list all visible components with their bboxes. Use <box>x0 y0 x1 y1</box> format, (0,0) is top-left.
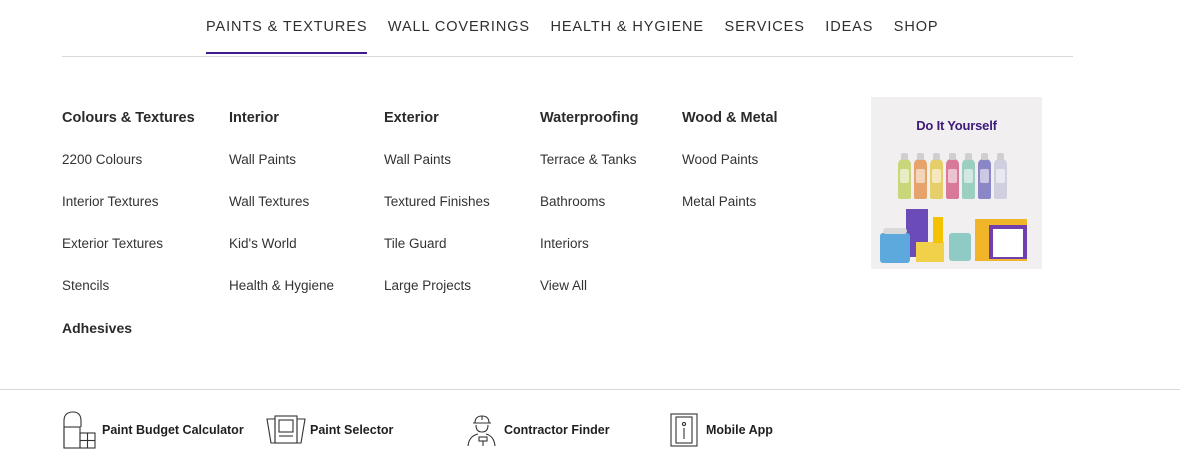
nav-shop[interactable]: SHOP <box>894 19 939 53</box>
nav-ideas[interactable]: IDEAS <box>825 19 873 53</box>
menu-link-textured-finishes[interactable]: Textured Finishes <box>384 192 490 212</box>
nav-wall-coverings[interactable]: WALL COVERINGS <box>388 19 530 53</box>
menu-column-wood-metal: Wood & Metal Wood Paints Metal Paints <box>682 108 778 212</box>
main-navigation: PAINTS & TEXTURES WALL COVERINGS HEALTH … <box>62 0 1073 57</box>
menu-link-bathrooms[interactable]: Bathrooms <box>540 192 639 212</box>
menu-link-view-all[interactable]: View All <box>540 276 639 296</box>
menu-link-terrace-tanks[interactable]: Terrace & Tanks <box>540 150 639 170</box>
mobile-app-link[interactable]: Mobile App <box>666 410 773 450</box>
menu-link-wall-textures[interactable]: Wall Textures <box>229 192 334 212</box>
contractor-icon <box>464 411 500 449</box>
menu-column-exterior: Exterior Wall Paints Textured Finishes T… <box>384 108 490 296</box>
menu-link-kids-world[interactable]: Kid's World <box>229 234 334 254</box>
menu-column-waterproofing: Waterproofing Terrace & Tanks Bathrooms … <box>540 108 639 296</box>
menu-link-interiors[interactable]: Interiors <box>540 234 639 254</box>
menu-link-stencils[interactable]: Stencils <box>62 276 195 296</box>
menu-link-tile-guard[interactable]: Tile Guard <box>384 234 490 254</box>
menu-column-colours-textures: Colours & Textures 2200 Colours Interior… <box>62 108 195 338</box>
tool-label: Paint Budget Calculator <box>102 423 244 437</box>
tool-label: Mobile App <box>706 423 773 437</box>
menu-heading-interior[interactable]: Interior <box>229 108 334 128</box>
nav-services[interactable]: SERVICES <box>725 19 805 53</box>
menu-heading-colours-textures[interactable]: Colours & Textures <box>62 108 195 128</box>
menu-link-wood-paints[interactable]: Wood Paints <box>682 150 778 170</box>
menu-link-metal-paints[interactable]: Metal Paints <box>682 192 778 212</box>
tool-label: Contractor Finder <box>504 423 610 437</box>
menu-link-adhesives[interactable]: Adhesives <box>62 318 195 338</box>
promo-title: Do It Yourself <box>916 118 997 133</box>
tools-bar: Paint Budget Calculator Paint Selector C… <box>0 410 1180 450</box>
swatch-icon <box>266 411 306 449</box>
calculator-icon <box>62 411 98 449</box>
nav-paints-textures[interactable]: PAINTS & TEXTURES <box>206 19 368 54</box>
menu-heading-wood-metal[interactable]: Wood & Metal <box>682 108 778 128</box>
menu-column-interior: Interior Wall Paints Wall Textures Kid's… <box>229 108 334 296</box>
menu-heading-exterior[interactable]: Exterior <box>384 108 490 128</box>
nav-health-hygiene[interactable]: HEALTH & HYGIENE <box>550 19 704 53</box>
diy-promo-banner[interactable]: Do It Yourself <box>871 97 1042 269</box>
menu-link-exterior-textures[interactable]: Exterior Textures <box>62 234 195 254</box>
contractor-finder-link[interactable]: Contractor Finder <box>464 410 610 450</box>
menu-link-2200-colours[interactable]: 2200 Colours <box>62 150 195 170</box>
paint-budget-calculator-link[interactable]: Paint Budget Calculator <box>62 410 244 450</box>
tool-label: Paint Selector <box>310 423 394 437</box>
menu-link-interior-wall-paints[interactable]: Wall Paints <box>229 150 334 170</box>
menu-link-large-projects[interactable]: Large Projects <box>384 276 490 296</box>
mobile-icon <box>666 411 702 449</box>
menu-link-interior-textures[interactable]: Interior Textures <box>62 192 195 212</box>
paint-selector-link[interactable]: Paint Selector <box>266 410 393 450</box>
menu-link-exterior-wall-paints[interactable]: Wall Paints <box>384 150 490 170</box>
menu-link-health-hygiene[interactable]: Health & Hygiene <box>229 276 334 296</box>
footer-divider <box>0 389 1180 390</box>
menu-heading-waterproofing[interactable]: Waterproofing <box>540 108 639 128</box>
